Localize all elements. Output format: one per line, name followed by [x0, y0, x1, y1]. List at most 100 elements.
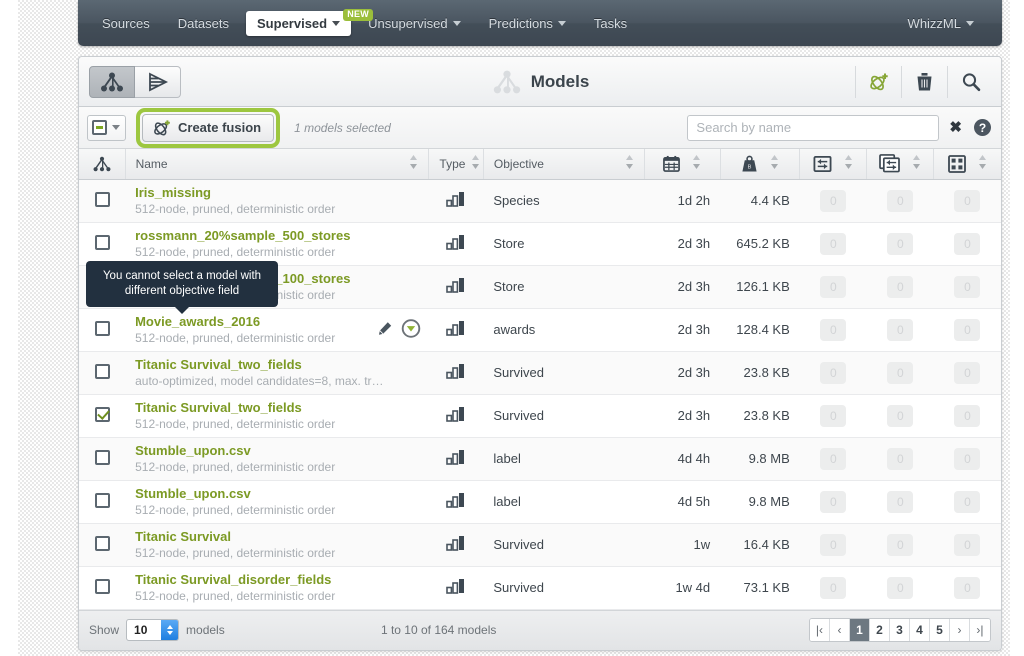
- header-actions: [855, 65, 993, 98]
- row-select-cell[interactable]: [79, 179, 126, 223]
- pager-first[interactable]: |‹: [809, 619, 830, 641]
- create-fusion-button[interactable]: Create fusion: [142, 113, 275, 142]
- table-row[interactable]: Titanic Survival_two_fields 512-node, pr…: [79, 394, 1001, 438]
- table-row[interactable]: Stumble_upon.csv 512-node, pruned, deter…: [79, 480, 1001, 524]
- sort-icon[interactable]: [619, 155, 634, 172]
- sort-icon[interactable]: [764, 155, 779, 172]
- nav-item-tasks[interactable]: Tasks: [583, 11, 638, 36]
- sort-icon[interactable]: [906, 155, 921, 172]
- table-row[interactable]: Movie_awards_2016 512-node, pruned, dete…: [79, 308, 1001, 352]
- sort-icon[interactable]: [403, 155, 418, 172]
- model-name-link[interactable]: Titanic Survival_disorder_fields: [135, 572, 419, 587]
- models-table-body: Iris_missing 512-node, pruned, determini…: [79, 179, 1001, 610]
- view-models-tab[interactable]: [89, 65, 135, 98]
- row-checkbox[interactable]: [94, 320, 110, 336]
- sort-icon[interactable]: [838, 155, 853, 172]
- pager-next[interactable]: ›: [949, 619, 970, 641]
- row-select-cell[interactable]: [79, 394, 126, 438]
- row-select-cell[interactable]: [79, 222, 126, 266]
- sort-icon[interactable]: [972, 155, 987, 172]
- page-size-stepper[interactable]: [161, 620, 179, 640]
- select-all-checkbox[interactable]: [92, 120, 107, 135]
- view-ensembles-tab[interactable]: [135, 65, 181, 98]
- download-menu-icon[interactable]: [401, 318, 421, 341]
- col-size[interactable]: B: [720, 149, 801, 180]
- pager-page-2[interactable]: 2: [869, 619, 890, 641]
- nav-item-whizzml[interactable]: WhizzML: [897, 11, 985, 36]
- pager-last[interactable]: ›|: [969, 619, 990, 641]
- header-delete-button[interactable]: [901, 65, 947, 98]
- clear-search-icon[interactable]: ✖: [949, 120, 962, 135]
- model-name-link[interactable]: Stumble_upon.csv: [135, 443, 419, 458]
- row-select-cell[interactable]: [79, 480, 126, 524]
- pager-page-3[interactable]: 3: [889, 619, 910, 641]
- row-checkbox[interactable]: [94, 492, 110, 508]
- nav-item-sources[interactable]: Sources: [91, 11, 161, 36]
- pager-page-5[interactable]: 5: [929, 619, 950, 641]
- pager-prev[interactable]: ‹: [829, 619, 850, 641]
- row-checkbox[interactable]: [94, 406, 110, 422]
- model-name-link[interactable]: Titanic Survival_two_fields: [135, 400, 419, 415]
- page-size-select[interactable]: 10: [126, 619, 180, 641]
- model-name-link[interactable]: Stumble_upon.csv: [135, 486, 419, 501]
- row-checkbox[interactable]: [94, 449, 110, 465]
- col-name[interactable]: Name: [125, 149, 430, 180]
- row-checkbox[interactable]: [94, 535, 110, 551]
- row-checkbox[interactable]: [94, 363, 110, 379]
- count-badge: 0: [820, 189, 847, 212]
- nav-label: Tasks: [593, 15, 628, 31]
- row-checkbox[interactable]: [94, 234, 110, 250]
- sort-icon[interactable]: [465, 155, 480, 172]
- row-clusters-cell: 0: [933, 351, 1001, 395]
- row-objective-cell: Store: [483, 222, 645, 266]
- row-clusters-cell: 0: [933, 480, 1001, 524]
- col-type[interactable]: Type: [428, 149, 484, 180]
- col-batch-predictions[interactable]: [866, 149, 935, 180]
- table-row[interactable]: Titanic Survival_two_fields auto-optimiz…: [79, 351, 1001, 395]
- col-evaluations[interactable]: [799, 149, 868, 180]
- row-objective-cell: label: [483, 480, 645, 524]
- count-badge: 0: [820, 404, 847, 427]
- col-clusters[interactable]: [933, 149, 1001, 180]
- table-row[interactable]: rossmann_20%sample_500_stores 512-node, …: [79, 222, 1001, 266]
- nav-item-supervised[interactable]: Supervised NEW: [246, 8, 374, 36]
- row-select-cell[interactable]: [79, 351, 126, 395]
- model-description: 512-node, pruned, deterministic order: [135, 459, 336, 474]
- row-select-cell[interactable]: [79, 437, 126, 481]
- nav-item-unsupervised[interactable]: Unsupervised: [357, 11, 472, 36]
- count-badge: 0: [887, 318, 914, 341]
- table-row[interactable]: Iris_missing 512-node, pruned, determini…: [79, 179, 1001, 223]
- table-row[interactable]: Titanic Survival_disorder_fields 512-nod…: [79, 566, 1001, 610]
- row-type-cell: [428, 523, 484, 567]
- search-input[interactable]: [687, 114, 940, 141]
- model-name-link[interactable]: Iris_missing: [135, 185, 419, 200]
- model-description: 512-node, pruned, deterministic order: [135, 545, 336, 560]
- count-badge: 0: [820, 361, 847, 384]
- model-description: 512-node, pruned, deterministic order: [135, 588, 336, 603]
- header-search-button[interactable]: [947, 65, 993, 98]
- row-select-cell[interactable]: [79, 308, 126, 352]
- nav-item-datasets[interactable]: Datasets: [167, 11, 240, 36]
- table-row[interactable]: Stumble_upon.csv 512-node, pruned, deter…: [79, 437, 1001, 481]
- row-select-cell[interactable]: [79, 523, 126, 567]
- help-icon[interactable]: ?: [974, 119, 991, 136]
- model-name-link[interactable]: rossmann_20%sample_500_stores: [135, 228, 419, 243]
- pager-page-1[interactable]: 1: [849, 619, 870, 641]
- row-checkbox[interactable]: [94, 578, 110, 594]
- pager-page-4[interactable]: 4: [909, 619, 930, 641]
- chevron-down-icon: [112, 125, 120, 130]
- sort-icon[interactable]: [686, 155, 701, 172]
- col-age[interactable]: [644, 149, 721, 180]
- model-name-link[interactable]: Movie_awards_2016: [135, 314, 419, 329]
- model-name-link[interactable]: Titanic Survival_two_fields: [135, 357, 419, 372]
- model-name-link[interactable]: Titanic Survival: [135, 529, 419, 544]
- row-select-cell[interactable]: [79, 566, 126, 610]
- row-checkbox[interactable]: [94, 191, 110, 207]
- col-objective[interactable]: Objective: [483, 149, 646, 180]
- table-row[interactable]: Titanic Survival 512-node, pruned, deter…: [79, 523, 1001, 567]
- col-name-label: Name: [135, 156, 168, 171]
- select-all-dropdown[interactable]: [87, 114, 126, 141]
- edit-pencil-icon[interactable]: [378, 321, 392, 338]
- nav-item-predictions[interactable]: Predictions: [478, 11, 577, 36]
- header-create-fusion-button[interactable]: [855, 65, 901, 98]
